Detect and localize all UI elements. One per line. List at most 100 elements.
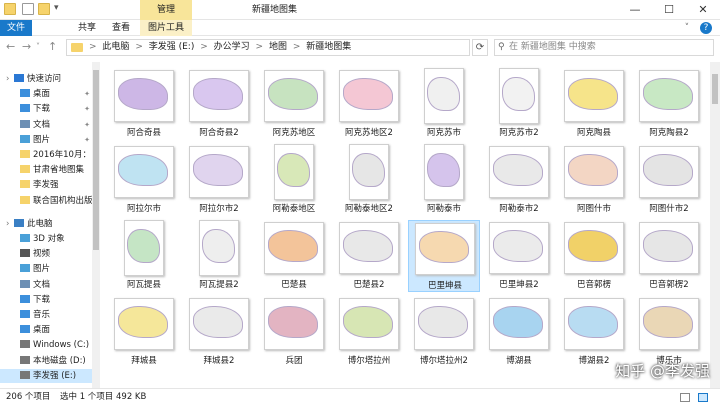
file-tile[interactable]: 拜城县2 [183, 296, 255, 368]
file-tile[interactable]: 巴楚县2 [333, 220, 405, 292]
sidebar-item[interactable]: › 此电脑 [0, 217, 92, 231]
file-tile[interactable]: 阿图什市2 [633, 144, 705, 216]
details-view-icon[interactable] [680, 393, 690, 402]
manage-context-tab[interactable]: 管理 [140, 0, 192, 20]
breadcrumb-office-study[interactable]: 办公学习 [214, 42, 250, 52]
expand-arrow-icon[interactable]: › [6, 72, 14, 86]
folder-icon [20, 150, 30, 158]
file-tile[interactable]: 阿瓦提县2 [183, 220, 255, 292]
navigation-pane-scrollbar[interactable] [92, 62, 100, 388]
file-tile[interactable]: 阿合奇县 [108, 68, 180, 140]
sidebar-item[interactable]: 文档 [0, 278, 92, 292]
file-tile[interactable]: 阿拉尔市 [108, 144, 180, 216]
sidebar-item[interactable]: 文档 ✦ [0, 118, 92, 132]
sidebar-item[interactable]: 下载 [0, 293, 92, 307]
forward-arrow-icon[interactable]: → [22, 40, 31, 53]
map-thumbnail [199, 220, 239, 276]
file-name: 巴里坤县 [427, 281, 462, 291]
file-tile[interactable]: 博湖县 [483, 296, 555, 368]
breadcrumb-xinjiang-atlas[interactable]: 新疆地图集 [306, 42, 351, 52]
breadcrumb-separator[interactable]: > [135, 42, 143, 52]
tab-share[interactable]: 共享 [70, 20, 104, 36]
file-tile[interactable]: 阿克苏地区2 [333, 68, 405, 140]
file-tile[interactable]: 巴里坤县2 [483, 220, 555, 292]
file-tile[interactable]: 阿图什市 [558, 144, 630, 216]
file-tile[interactable]: 巴楚县 [258, 220, 330, 292]
properties-icon[interactable] [22, 3, 34, 15]
breadcrumb-separator[interactable]: > [256, 42, 264, 52]
file-tile[interactable]: 巴音郭楞 [558, 220, 630, 292]
breadcrumb-this-pc[interactable]: 此电脑 [102, 42, 129, 52]
expand-arrow-icon[interactable]: › [6, 217, 14, 231]
sidebar-item[interactable]: 图片 ✦ [0, 133, 92, 147]
title-bar: ▾ 管理 新疆地图集 — ☐ ✕ [0, 0, 720, 20]
tab-view[interactable]: 查看 [104, 20, 138, 36]
sidebar-item[interactable]: 3D 对象 [0, 232, 92, 246]
file-tile[interactable]: 阿克苏市2 [483, 68, 555, 140]
sidebar-item[interactable]: 李发强 [0, 178, 92, 192]
file-tile[interactable]: 拜城县 [108, 296, 180, 368]
file-tile[interactable]: 博乐市 [633, 296, 705, 368]
file-tile[interactable]: 巴里坤县 [408, 220, 480, 292]
file-tile[interactable]: 博湖县2 [558, 296, 630, 368]
file-tile[interactable]: 博尔塔拉州2 [408, 296, 480, 368]
minimize-button[interactable]: — [618, 0, 652, 20]
address-bar[interactable]: > 此电脑 > 李发强 (E:) > 办公学习 > 地图 > 新疆地图集 [66, 39, 470, 56]
large-icons-view-icon[interactable] [698, 393, 708, 402]
breadcrumb-maps[interactable]: 地图 [269, 42, 287, 52]
file-tile[interactable]: 阿勒泰地区2 [333, 144, 405, 216]
maximize-button[interactable]: ☐ [652, 0, 686, 20]
back-arrow-icon[interactable]: ← [6, 40, 15, 53]
breadcrumb-drive-e[interactable]: 李发强 (E:) [149, 42, 195, 52]
file-tile[interactable]: 阿克苏市 [408, 68, 480, 140]
file-tile[interactable]: 阿克陶县2 [633, 68, 705, 140]
up-arrow-icon[interactable]: ↑ [48, 40, 57, 53]
scrollbar-thumb[interactable] [93, 70, 99, 250]
sidebar-item[interactable]: 2016年10月： [0, 148, 92, 162]
file-tile[interactable]: 阿拉尔市2 [183, 144, 255, 216]
sidebar-item[interactable]: 图片 [0, 262, 92, 276]
expand-ribbon-icon[interactable]: ˅ [685, 23, 690, 33]
file-tile[interactable]: 阿克苏地区 [258, 68, 330, 140]
sidebar-item[interactable]: 联合国机构出版 [0, 194, 92, 208]
map-region-shape [419, 231, 470, 263]
close-button[interactable]: ✕ [686, 0, 720, 20]
scrollbar-thumb[interactable] [712, 74, 718, 104]
search-input[interactable]: ⚲ 在 新疆地图集 中搜索 [494, 39, 714, 56]
tab-picture-tools[interactable]: 图片工具 [140, 20, 192, 36]
sidebar-item[interactable]: 桌面 [0, 323, 92, 337]
file-name: 博湖县 [506, 356, 532, 366]
file-tile[interactable]: 阿勒泰市 [408, 144, 480, 216]
sidebar-item[interactable]: 桌面 ✦ [0, 87, 92, 101]
recent-locations-icon[interactable]: ˅ [36, 42, 40, 51]
sidebar-item[interactable]: 下载 ✦ [0, 102, 92, 116]
file-tile[interactable]: 兵团 [258, 296, 330, 368]
file-tile[interactable]: 阿勒泰地区 [258, 144, 330, 216]
breadcrumb-separator[interactable]: > [293, 42, 301, 52]
breadcrumb-separator[interactable]: > [200, 42, 208, 52]
file-tile[interactable]: 博尔塔拉州 [333, 296, 405, 368]
map-region-shape [493, 230, 544, 262]
help-icon[interactable]: ? [700, 22, 712, 34]
refresh-button[interactable]: ⟳ [472, 39, 488, 56]
sidebar-item[interactable]: 音乐 [0, 308, 92, 322]
file-name: 阿拉尔市2 [199, 204, 239, 214]
content-scrollbar[interactable] [710, 62, 720, 388]
file-tile[interactable]: 阿合奇县2 [183, 68, 255, 140]
file-tile[interactable]: 阿克陶县 [558, 68, 630, 140]
sidebar-item[interactable]: 李发强 (E:) [0, 368, 92, 383]
tab-file[interactable]: 文件 [0, 20, 32, 36]
file-tile[interactable]: 阿勒泰市2 [483, 144, 555, 216]
quick-access-dropdown-icon[interactable]: ▾ [54, 3, 59, 13]
sidebar-item[interactable]: 视频 [0, 247, 92, 261]
sidebar-item[interactable]: Windows (C:) [0, 338, 92, 352]
search-placeholder: 在 新疆地图集 中搜索 [509, 42, 596, 52]
sidebar-item[interactable]: › 快速访问 [0, 72, 92, 86]
sidebar-item[interactable]: 甘肃省地图集 [0, 163, 92, 177]
file-tile[interactable]: 巴音郭楞2 [633, 220, 705, 292]
map-region-shape [493, 306, 544, 338]
breadcrumb-separator[interactable]: > [89, 42, 97, 52]
file-tile[interactable]: 阿瓦提县 [108, 220, 180, 292]
new-folder-icon[interactable] [38, 3, 50, 15]
sidebar-item[interactable]: 本地磁盘 (D:) [0, 354, 92, 368]
